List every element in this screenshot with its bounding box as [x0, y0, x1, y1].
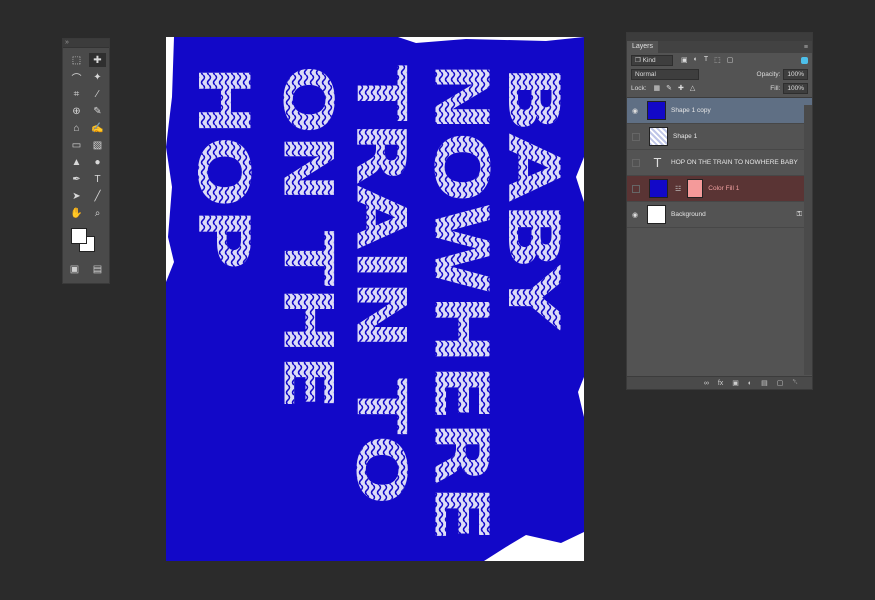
layer-row[interactable]: T HOP ON THE TRAIN TO NOWHERE BABY [627, 150, 812, 176]
move-tool-icon[interactable]: ✚ [89, 53, 106, 67]
lock-label: Lock: [631, 84, 647, 92]
layer-row[interactable]: ◉ Shape 1 copy [627, 98, 812, 124]
blend-mode-select[interactable]: Normal [631, 68, 699, 80]
tool-grid: ⬚ ✚ ⌒ ✦ ⌗ ∕ ⊕ ✎ ⌂ ✍ ▭ ▧ ▲ ● ✒ T ➤ ╱ ✋ ⌕ [63, 48, 109, 220]
layers-tab-row: Layers ≡ [627, 41, 812, 53]
lock-icon: ⚿ [796, 210, 802, 218]
canvas-text-wave-overlay: TRAIN TO [340, 65, 419, 505]
lock-row: Lock: ▦ ✎ ✚ △ Fill: 100% [627, 81, 812, 95]
layer-row[interactable]: ☳ Color Fill 1 [627, 176, 812, 202]
panel-menu-icon[interactable]: ≡ [804, 44, 812, 51]
layer-name: HOP ON THE TRAIN TO NOWHERE BABY [671, 159, 798, 166]
canvas-artwork: HOPHOP ON THEON THETRAIN TOTRAIN TONOWHER… [166, 37, 584, 561]
filter-kind-select[interactable]: ❐ Kind [631, 54, 673, 66]
lock-option-icon[interactable]: ✚ [678, 84, 684, 92]
foreground-color-swatch[interactable] [71, 228, 87, 244]
dodge-tool-icon[interactable]: ● [89, 155, 106, 169]
layer-thumbnail [649, 179, 668, 198]
tools-panel-header[interactable]: » [63, 39, 109, 48]
pen-tool-icon[interactable]: ✒ [68, 172, 85, 186]
type-tool-icon[interactable]: T [89, 172, 106, 186]
layer-list: ◉ Shape 1 copy Shape 1 T HOP ON THE TRAIN TO… [627, 97, 812, 228]
magic-wand-tool-icon[interactable]: ✦ [89, 70, 106, 84]
lock-icons: ▦ ✎ ✚ △ [654, 84, 696, 92]
hand-tool-icon[interactable]: ✋ [68, 206, 85, 220]
color-swatches[interactable] [63, 226, 109, 260]
lasso-tool-icon[interactable]: ⌒ [68, 70, 85, 85]
adjustment-layer-icon[interactable]: ◐ [748, 380, 752, 387]
tools-panel: » ⬚ ✚ ⌒ ✦ ⌗ ∕ ⊕ ✎ ⌂ ✍ ▭ ▧ ▲ ● ✒ T ➤ ╱ ✋ ⌕ ▣ ▤ [62, 38, 110, 284]
new-group-icon[interactable]: ▤ [761, 379, 768, 387]
link-icon[interactable]: ☳ [675, 185, 681, 193]
document-canvas[interactable]: HOP HOP ON THE ON THE TRAIN TO TRAIN TO NOWHER… [166, 37, 584, 561]
filter-icon[interactable]: T [704, 56, 708, 64]
tools-bottom-row: ▣ ▤ [63, 264, 109, 275]
filter-toggle[interactable] [801, 56, 808, 64]
screen-mode-icon[interactable]: ▤ [93, 264, 102, 275]
line-tool-icon[interactable]: ╱ [89, 189, 106, 203]
eye-icon[interactable]: ◉ [627, 211, 643, 219]
visibility-toggle[interactable] [632, 184, 640, 193]
filter-icon[interactable]: ⬚ [714, 56, 721, 64]
layers-panel: Layers ≡ ❐ Kind ▣ ◐ T ⬚ ▢ Normal Opacity: 10… [626, 32, 813, 390]
crop-tool-icon[interactable]: ⌗ [68, 87, 85, 101]
marquee-tool-icon[interactable]: ⬚ [68, 53, 85, 67]
blur-tool-icon[interactable]: ▲ [68, 155, 85, 169]
fill-input[interactable]: 100% [783, 82, 808, 94]
layer-name: Shape 1 [673, 133, 698, 140]
lock-option-icon[interactable]: ▦ [654, 84, 661, 92]
canvas-text-wave-overlay: ON THE [267, 65, 346, 410]
clone-stamp-tool-icon[interactable]: ⌂ [68, 121, 85, 135]
filter-icon[interactable]: ▣ [681, 56, 688, 64]
opacity-input[interactable]: 100% [783, 68, 808, 80]
canvas-text-wave-overlay: NOWHERE [417, 62, 503, 542]
layer-row[interactable]: ◉ Background ⚿ [627, 202, 812, 228]
trash-icon[interactable]: ␡ [792, 379, 798, 387]
layer-name: Shape 1 copy [671, 107, 711, 114]
layer-thumbnail [649, 127, 668, 146]
layer-thumbnail [647, 101, 666, 120]
eye-icon[interactable]: ◉ [627, 107, 643, 115]
filter-icon[interactable]: ◐ [694, 56, 698, 64]
layer-name: Color Fill 1 [708, 185, 740, 192]
brush-tool-icon[interactable]: ✎ [89, 104, 106, 118]
filter-icon[interactable]: ▢ [727, 56, 734, 64]
history-brush-tool-icon[interactable]: ✍ [89, 121, 106, 135]
layer-name: Background [671, 211, 706, 218]
tab-layers[interactable]: Layers [627, 41, 659, 53]
eraser-tool-icon[interactable]: ▭ [68, 138, 85, 152]
new-layer-icon[interactable]: ▢ [777, 379, 784, 387]
canvas-text-wave-overlay: HOP [182, 65, 264, 270]
layer-mask-thumbnail [687, 179, 704, 198]
fill-label: Fill: [770, 84, 781, 92]
gradient-tool-icon[interactable]: ▧ [89, 138, 106, 152]
zoom-tool-icon[interactable]: ⌕ [89, 206, 106, 220]
healing-brush-tool-icon[interactable]: ⊕ [68, 104, 85, 118]
quick-mask-icon[interactable]: ▣ [70, 264, 79, 275]
link-layers-icon[interactable]: ∞ [704, 380, 709, 387]
layer-thumbnail [647, 205, 666, 224]
visibility-toggle[interactable] [632, 132, 640, 141]
opacity-label: Opacity: [756, 70, 781, 78]
text-layer-icon: T [653, 155, 662, 170]
layer-row[interactable]: Shape 1 [627, 124, 812, 150]
lock-option-icon[interactable]: △ [690, 84, 695, 92]
path-selection-tool-icon[interactable]: ➤ [68, 189, 85, 203]
fx-icon[interactable]: fx [718, 380, 723, 387]
filter-icons: ▣ ◐ T ⬚ ▢ [681, 56, 733, 64]
layer-filter-row: ❐ Kind ▣ ◐ T ⬚ ▢ [627, 53, 812, 67]
canvas-text-wave-overlay: BABY [492, 65, 574, 332]
lock-option-icon[interactable]: ✎ [666, 84, 672, 92]
layers-panel-topbar[interactable] [627, 33, 812, 41]
layers-footer: ∞ fx ▣ ◐ ▤ ▢ ␡ [627, 376, 812, 389]
eyedropper-tool-icon[interactable]: ∕ [89, 87, 106, 101]
visibility-toggle[interactable] [632, 158, 640, 167]
layers-scrollbar[interactable] [804, 105, 812, 375]
blend-row: Normal Opacity: 100% [627, 67, 812, 81]
add-mask-icon[interactable]: ▣ [732, 379, 739, 387]
